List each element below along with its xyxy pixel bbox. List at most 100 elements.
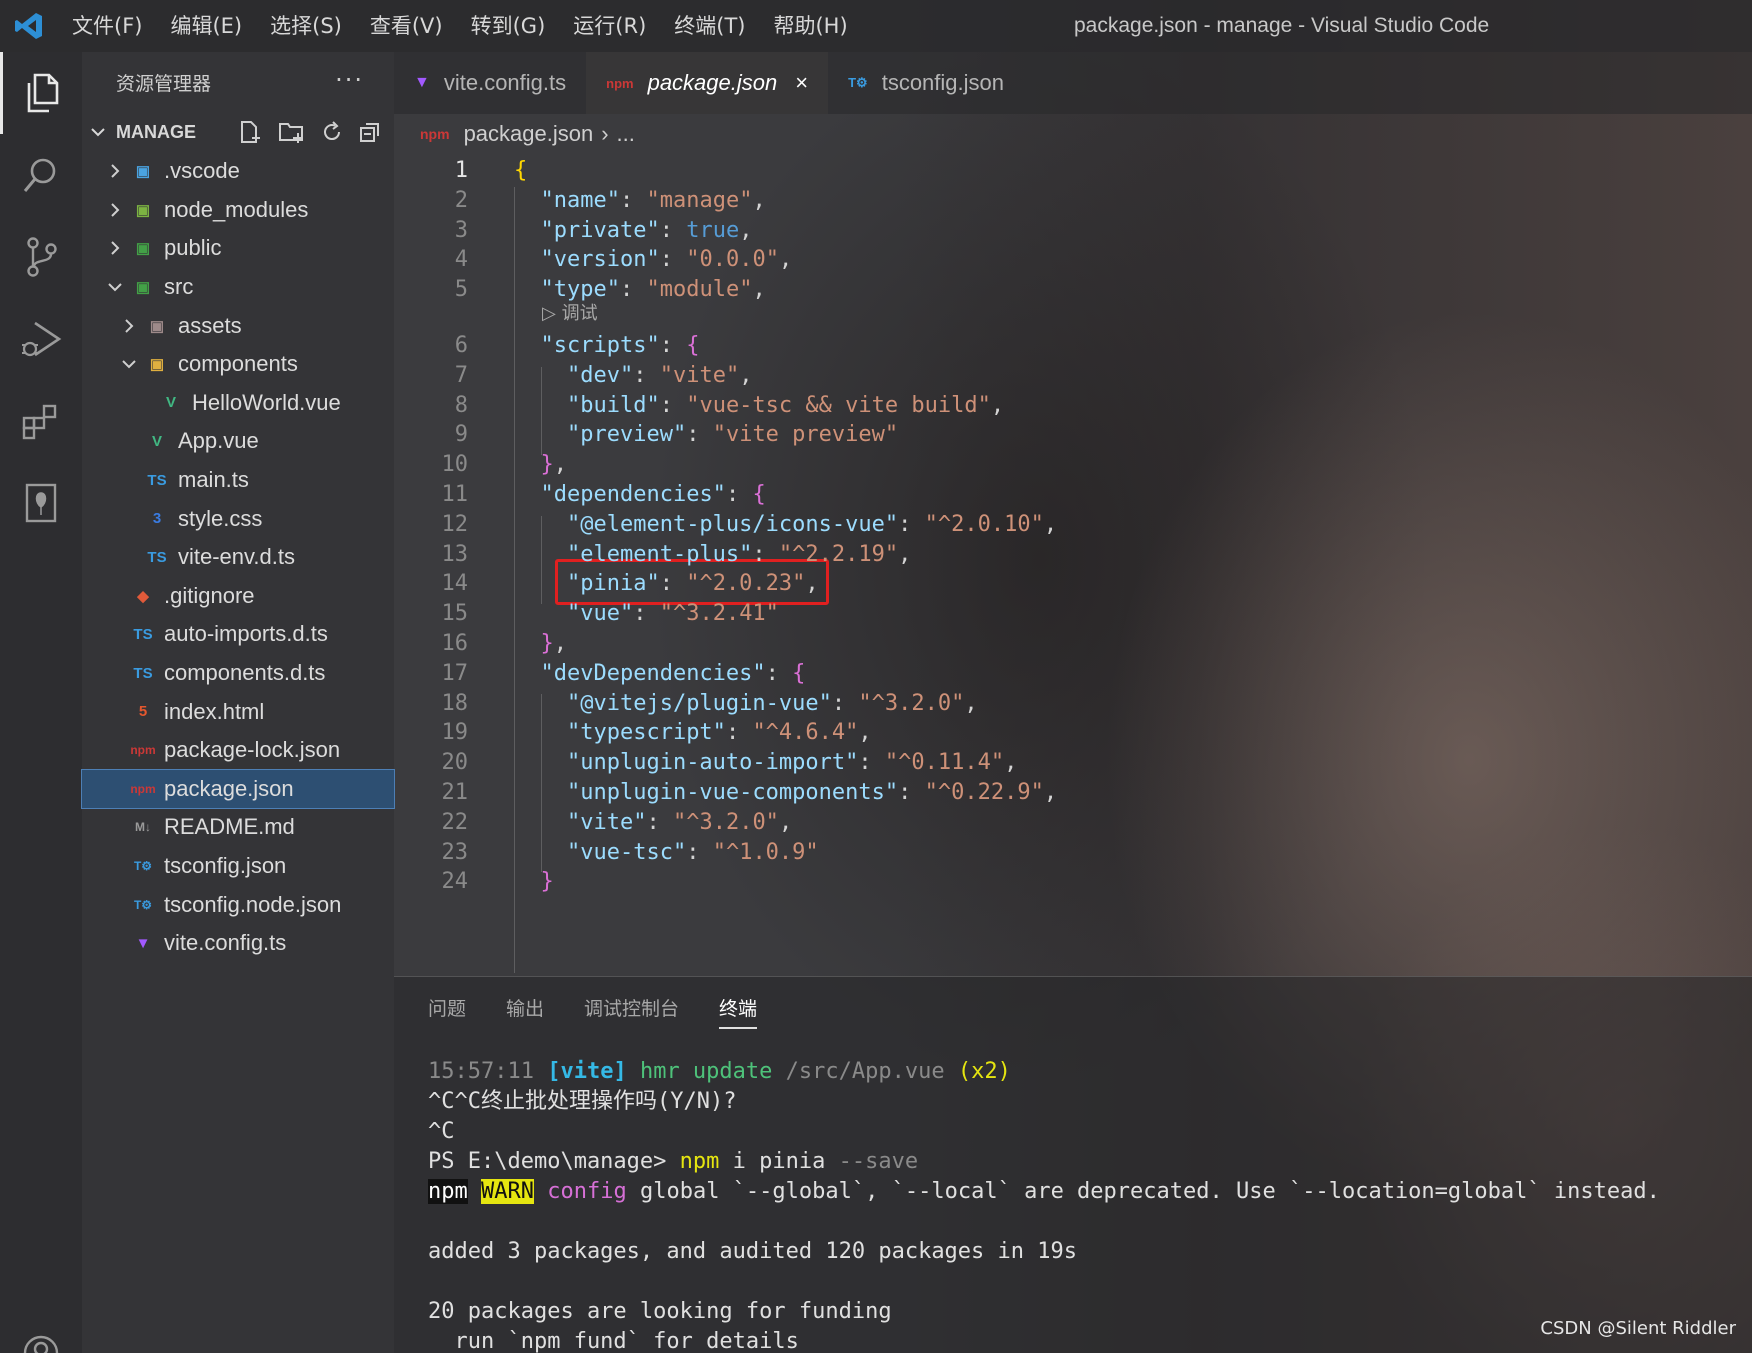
tab-vite-config-ts[interactable]: ▼ vite.config.ts bbox=[394, 52, 586, 114]
new-file-icon[interactable] bbox=[238, 120, 264, 149]
tree-item[interactable]: ▣ .vscode bbox=[82, 152, 394, 191]
menu-item[interactable]: 编辑(E) bbox=[156, 0, 256, 52]
terminal-text: i pinia bbox=[719, 1149, 839, 1174]
tree-item[interactable]: ▣ node_modules bbox=[82, 191, 394, 230]
menu-item[interactable]: 查看(V) bbox=[356, 0, 457, 52]
refresh-icon[interactable] bbox=[320, 120, 344, 149]
code-token: } bbox=[540, 631, 554, 656]
tree-item[interactable]: TS components.d.ts bbox=[82, 654, 394, 693]
code-token: true bbox=[686, 217, 740, 243]
line-number: 21 bbox=[441, 780, 469, 805]
tree-item[interactable]: ▣ components bbox=[82, 345, 394, 384]
run-debug-icon[interactable] bbox=[0, 298, 82, 380]
code-token: : bbox=[659, 392, 687, 418]
code-line: 10 }, bbox=[394, 448, 1752, 481]
menu-item[interactable]: 选择(S) bbox=[256, 0, 356, 52]
search-icon[interactable] bbox=[0, 134, 82, 216]
code-line: 13 "element-plus": "^2.2.19", bbox=[394, 538, 1752, 571]
code-editor[interactable]: ▷ 调试 1{2 "name": "manage", 3 "private": t… bbox=[394, 154, 1752, 976]
terminal-output[interactable]: 15:57:11 [vite] hmr update /src/App.vue … bbox=[428, 1057, 1748, 1353]
code-line: 8 "build": "vue-tsc && vite build", bbox=[394, 389, 1752, 422]
source-control-icon[interactable] bbox=[0, 216, 82, 298]
menu-item[interactable]: 运行(R) bbox=[559, 0, 660, 52]
panel-tab[interactable]: 终端 bbox=[719, 977, 758, 1041]
tree-item[interactable]: T⚙ tsconfig.node.json bbox=[82, 885, 394, 924]
tree-item[interactable]: T⚙ tsconfig.json bbox=[82, 847, 394, 886]
tree-item[interactable]: 3 style.css bbox=[82, 499, 394, 538]
npm-icon: npm bbox=[606, 75, 634, 91]
code-token: , bbox=[964, 690, 978, 716]
new-folder-icon[interactable] bbox=[278, 120, 306, 149]
explorer-icon[interactable] bbox=[0, 52, 82, 134]
code-token: , bbox=[553, 452, 567, 478]
terminal-line: PS E:\demo\manage> npm i pinia --save bbox=[428, 1147, 1748, 1177]
breadcrumb-symbol[interactable]: ... bbox=[617, 121, 635, 147]
menu-item[interactable]: 帮助(H) bbox=[759, 0, 861, 52]
code-line: 21 "unplugin-vue-components": "^0.22.9", bbox=[394, 776, 1752, 809]
terminal-text: --save bbox=[838, 1149, 919, 1174]
terminal-text: hmr update bbox=[626, 1059, 786, 1084]
code-token: } bbox=[540, 452, 554, 478]
menu-item[interactable]: 终端(T) bbox=[660, 0, 759, 52]
extensions-icon[interactable] bbox=[0, 380, 82, 462]
remote-explorer-icon[interactable] bbox=[0, 462, 82, 544]
tree-item[interactable]: V App.vue bbox=[82, 422, 394, 461]
code-token: , bbox=[990, 392, 1005, 418]
tree-item[interactable]: M↓ README.md bbox=[82, 808, 394, 847]
tree-item[interactable]: ▣ public bbox=[82, 229, 394, 268]
css-icon: 3 bbox=[152, 510, 162, 528]
panel-tab[interactable]: 输出 bbox=[506, 977, 544, 1041]
code-token: "element-plus" bbox=[566, 541, 753, 567]
code-line: 20 "unplugin-auto-import": "^0.11.4", bbox=[394, 746, 1752, 779]
collapse-all-icon[interactable] bbox=[358, 120, 382, 149]
code-token: "^3.2.0" bbox=[858, 690, 965, 716]
tab-package-json[interactable]: npm package.json × bbox=[586, 52, 829, 114]
line-number: 13 bbox=[441, 541, 469, 567]
account-icon[interactable] bbox=[0, 1312, 82, 1353]
tree-item-label: vite.config.ts bbox=[164, 930, 287, 956]
panel-tab[interactable]: 问题 bbox=[428, 977, 466, 1041]
tree-item[interactable]: npm package.json bbox=[81, 768, 395, 810]
code-token: "vue-tsc" bbox=[566, 839, 687, 865]
code-token: "pinia" bbox=[566, 571, 660, 597]
more-actions-icon[interactable]: ··· bbox=[335, 66, 364, 94]
tree-item[interactable]: npm package-lock.json bbox=[82, 731, 394, 770]
code-token: "^3.2.41" bbox=[659, 601, 779, 627]
tree-item[interactable]: TS auto-imports.d.ts bbox=[82, 615, 394, 654]
tree-item[interactable]: TS main.ts bbox=[82, 461, 394, 500]
tree-item[interactable]: V HelloWorld.vue bbox=[82, 384, 394, 423]
bottom-panel: 问题 输出 调试控制台 终端 15:57:11 [vite] hmr update /… bbox=[394, 976, 1752, 1353]
tree-item-label: vite-env.d.ts bbox=[178, 544, 295, 570]
code-token: : bbox=[686, 839, 713, 865]
line-number: 19 bbox=[441, 720, 469, 746]
tab-tsconfig-json[interactable]: T⚙ tsconfig.json bbox=[828, 52, 1024, 114]
tree-item[interactable]: TS vite-env.d.ts bbox=[82, 538, 394, 577]
workspace-section-header[interactable]: MANAGE bbox=[82, 112, 394, 152]
panel-tab[interactable]: 调试控制台 bbox=[584, 977, 679, 1041]
explorer-title: 资源管理器 bbox=[116, 72, 212, 95]
tree-item[interactable]: ◆ .gitignore bbox=[82, 577, 394, 616]
breadcrumb-file[interactable]: package.json bbox=[464, 121, 594, 147]
code-token: "@vitejs/plugin-vue" bbox=[566, 690, 832, 716]
tree-item[interactable]: ▣ assets bbox=[82, 306, 394, 345]
tree-item-label: auto-imports.d.ts bbox=[164, 621, 328, 647]
tree-item-label: .gitignore bbox=[164, 582, 255, 608]
tree-item[interactable]: ▼ vite.config.ts bbox=[82, 924, 394, 963]
code-line: 7 "dev": "vite", bbox=[394, 359, 1752, 392]
npm-icon: npm bbox=[130, 743, 156, 758]
tree-item[interactable]: 5 index.html bbox=[82, 692, 394, 731]
tree-item-label: components bbox=[178, 351, 298, 377]
menu-item[interactable]: 文件(F) bbox=[58, 0, 156, 52]
code-token: : bbox=[858, 750, 885, 776]
menu-item[interactable]: 转到(G) bbox=[457, 0, 560, 52]
terminal-text: global `--global`, `--local` are depreca… bbox=[626, 1179, 1660, 1204]
close-icon[interactable]: × bbox=[795, 70, 808, 96]
tree-item[interactable]: ▣ src bbox=[82, 268, 394, 307]
code-token: "@element-plus/icons-vue" bbox=[566, 511, 899, 537]
explorer-sidebar: 资源管理器 ··· MANAGE ▣ .vscode ▣ node_modules ▣ p… bbox=[81, 52, 395, 1353]
code-token: { bbox=[686, 333, 700, 358]
